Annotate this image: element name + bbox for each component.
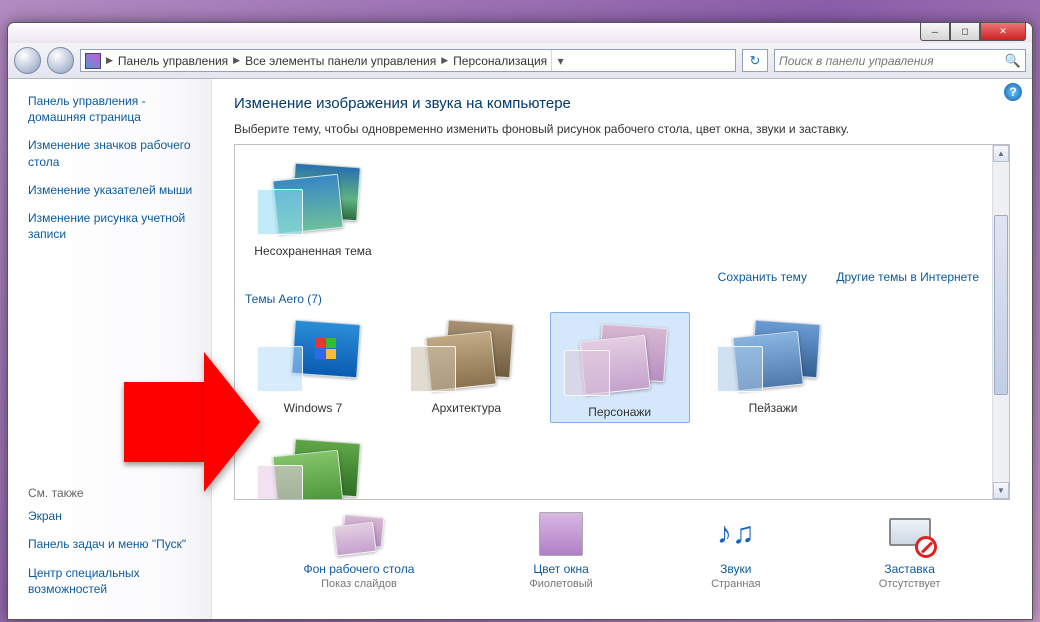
scroll-up-button[interactable]: ▲	[993, 145, 1009, 162]
sidebar-account-picture-link[interactable]: Изменение рисунка учетной записи	[28, 210, 201, 242]
window-color-label: Цвет окна	[529, 562, 592, 576]
sounds-label: Звуки	[708, 562, 764, 576]
navbar: ▶ Панель управления ▶ Все элементы панел…	[8, 43, 1032, 79]
theme-label: Несохраненная тема	[243, 244, 383, 258]
screensaver-button[interactable]: Заставка Отсутствует	[879, 512, 941, 590]
theme-label: Пейзажи	[703, 401, 843, 415]
theme-unsaved[interactable]: Несохраненная тема	[243, 155, 383, 258]
online-themes-link[interactable]: Другие темы в Интернете	[836, 270, 979, 284]
sidebar-related-title: См. также	[28, 486, 201, 500]
breadcrumb-lvl2[interactable]: Персонализация	[449, 50, 551, 71]
chevron-right-icon[interactable]: ▶	[441, 55, 448, 66]
sidebar-mouse-pointers-link[interactable]: Изменение указателей мыши	[28, 182, 201, 198]
titlebar: ─ ◻ ✕	[8, 23, 1032, 43]
sidebar-accessibility-link[interactable]: Центр специальных возможностей	[28, 565, 201, 597]
scroll-down-button[interactable]: ▼	[993, 482, 1009, 499]
sounds-button[interactable]: ♪♫ Звуки Странная	[708, 512, 764, 590]
theme-windows7[interactable]: Windows 7	[243, 312, 383, 415]
search-icon[interactable]: 🔍	[1005, 53, 1021, 69]
scroll-thumb[interactable]	[994, 215, 1008, 395]
theme-label: Windows 7	[243, 401, 383, 415]
save-theme-link[interactable]: Сохранить тему	[718, 270, 807, 284]
maximize-button[interactable]: ◻	[950, 22, 980, 41]
sounds-value: Странная	[708, 578, 764, 590]
search-input[interactable]	[779, 54, 1005, 68]
refresh-button[interactable]: ↻	[742, 49, 768, 72]
sound-icon: ♪♫	[708, 512, 764, 558]
help-icon[interactable]: ?	[1004, 83, 1022, 101]
chevron-right-icon[interactable]: ▶	[106, 55, 113, 66]
address-bar[interactable]: ▶ Панель управления ▶ Все элементы панел…	[80, 49, 736, 72]
scrollbar[interactable]: ▲ ▼	[992, 145, 1009, 499]
theme-list: ▲ ▼ Несохраненная тема Сохранить тему Др…	[234, 144, 1010, 500]
aero-section-label: Темы Aero (7)	[245, 292, 979, 306]
back-button[interactable]	[14, 47, 41, 74]
sidebar-home-link[interactable]: Панель управления - домашняя страница	[28, 93, 201, 125]
breadcrumb-lvl1[interactable]: Все элементы панели управления	[241, 50, 440, 71]
window: ─ ◻ ✕ ▶ Панель управления ▶ Все элементы…	[7, 22, 1033, 620]
theme-architecture[interactable]: Архитектура	[396, 312, 536, 415]
sidebar-desktop-icons-link[interactable]: Изменение значков рабочего стола	[28, 137, 201, 169]
page-title: Изменение изображения и звука на компьют…	[234, 95, 1010, 112]
sidebar: Панель управления - домашняя страница Из…	[8, 79, 212, 619]
desktop-background-label: Фон рабочего стола	[303, 562, 414, 576]
address-dropdown[interactable]: ▾	[551, 50, 569, 71]
sidebar-display-link[interactable]: Экран	[28, 508, 201, 524]
theme-label: Архитектура	[396, 401, 536, 415]
breadcrumb-lvl0[interactable]: Панель управления	[114, 50, 232, 71]
theme-characters[interactable]: Персонажи	[550, 312, 690, 423]
screensaver-label: Заставка	[879, 562, 941, 576]
window-color-value: Фиолетовый	[529, 578, 592, 590]
bottom-settings-row: Фон рабочего стола Показ слайдов Цвет ок…	[234, 500, 1010, 594]
sidebar-taskbar-link[interactable]: Панель задач и меню "Пуск"	[28, 536, 201, 552]
page-description: Выберите тему, чтобы одновременно измени…	[234, 122, 1010, 136]
theme-landscapes[interactable]: Пейзажи	[703, 312, 843, 415]
search-box[interactable]: 🔍	[774, 49, 1026, 72]
chevron-right-icon[interactable]: ▶	[233, 55, 240, 66]
close-button[interactable]: ✕	[980, 22, 1026, 41]
content-area: ? Панель управления - домашняя страница …	[8, 79, 1032, 619]
none-icon	[915, 536, 937, 558]
theme-label: Персонажи	[554, 405, 686, 419]
main-panel: Изменение изображения и звука на компьют…	[212, 79, 1032, 619]
screensaver-value: Отсутствует	[879, 578, 941, 590]
window-color-button[interactable]: Цвет окна Фиолетовый	[529, 512, 592, 590]
forward-button[interactable]	[47, 47, 74, 74]
control-panel-icon	[85, 53, 101, 69]
desktop-background-value: Показ слайдов	[303, 578, 414, 590]
minimize-button[interactable]: ─	[920, 22, 950, 41]
theme-nature[interactable]: Природа	[243, 431, 383, 500]
desktop-background-button[interactable]: Фон рабочего стола Показ слайдов	[303, 512, 414, 590]
